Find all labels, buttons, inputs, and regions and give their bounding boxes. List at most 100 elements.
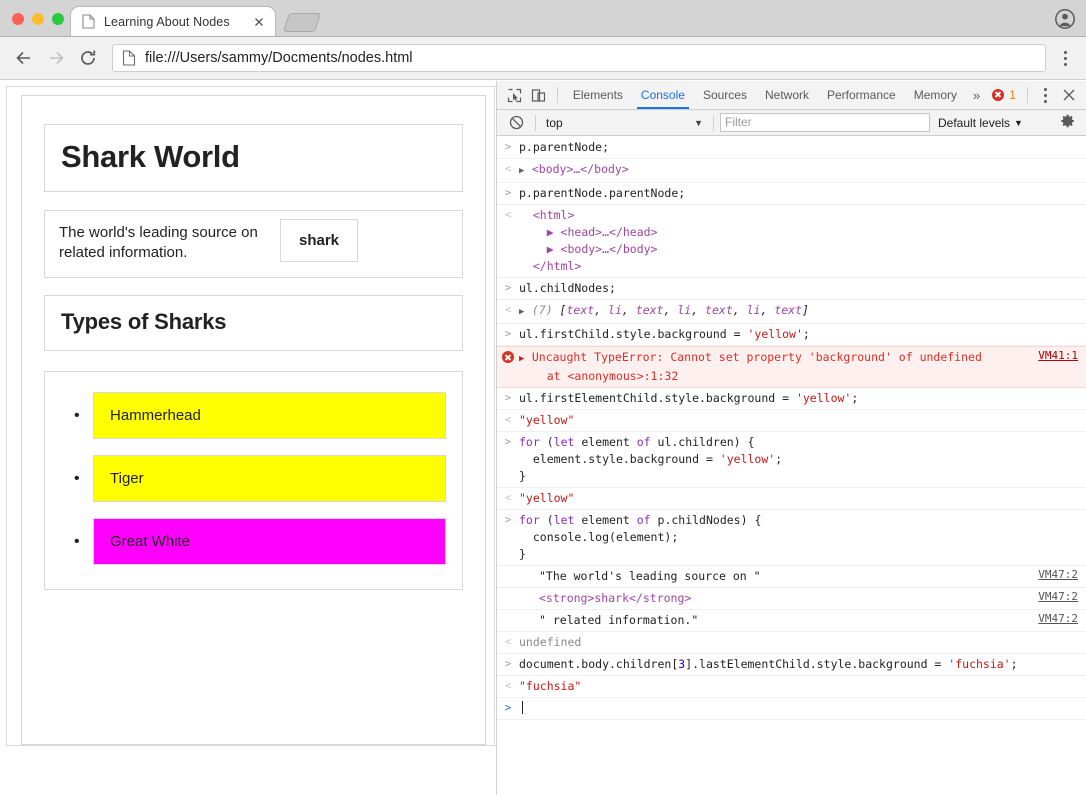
- console-row-log: "The world's leading source on "VM47:2: [497, 566, 1086, 588]
- console-row-text: p.parentNode;: [519, 139, 1086, 156]
- console-filter-input[interactable]: Filter: [720, 113, 930, 132]
- new-tab-icon: [283, 13, 321, 32]
- account-icon[interactable]: [1054, 8, 1076, 30]
- console-row-output: <undefined: [497, 632, 1086, 654]
- console-row-output: <"yellow": [497, 410, 1086, 432]
- console-row-text: ul.childNodes;: [519, 280, 1086, 297]
- shark-list-item: Hammerhead: [93, 392, 446, 439]
- browser-toolbar: file:///Users/sammy/Docments/nodes.html: [0, 37, 1086, 80]
- browser-tab[interactable]: Learning About Nodes: [70, 6, 276, 36]
- console-row-output: <"fuchsia": [497, 676, 1086, 698]
- execution-context-value: top: [546, 116, 563, 130]
- console-row-log: " related information."VM47:2: [497, 610, 1086, 632]
- close-window-button[interactable]: [12, 13, 24, 25]
- reload-button[interactable]: [72, 42, 104, 74]
- divider: [557, 87, 558, 103]
- devtools-tab-elements[interactable]: Elements: [564, 81, 632, 109]
- page-render-pane: Shark World The world's leading source o…: [0, 81, 497, 795]
- execution-context-select[interactable]: top ▼: [542, 113, 707, 133]
- devtools-tab-sources[interactable]: Sources: [694, 81, 756, 109]
- log-levels-select[interactable]: Default levels ▼: [930, 116, 1031, 130]
- console-row-output: < <html> ▶ <head>…</head> ▶ <body>…</bod…: [497, 205, 1086, 278]
- devtools-more-icon[interactable]: [1034, 83, 1058, 107]
- page-title: Shark World: [61, 139, 446, 175]
- expand-triangle-icon[interactable]: ▶: [519, 307, 530, 317]
- console-row-text: p.parentNode.parentNode;: [519, 185, 1086, 202]
- console-row-input: >ul.childNodes;: [497, 278, 1086, 300]
- console-row-input: >for (let element of p.childNodes) { con…: [497, 510, 1086, 566]
- error-badge[interactable]: 1: [987, 88, 1021, 102]
- console-row-error: ▶ Uncaught TypeError: Cannot set propert…: [497, 346, 1086, 388]
- console-row-text: "fuchsia": [519, 678, 1086, 695]
- devtools-tab-memory[interactable]: Memory: [905, 81, 966, 109]
- tab-title: Learning About Nodes: [104, 15, 251, 29]
- output-caret-icon: <: [497, 302, 519, 316]
- console-row-text: <strong>shark</strong>: [519, 590, 1086, 607]
- error-count: 1: [1009, 88, 1016, 102]
- console-row-output: <"yellow": [497, 488, 1086, 510]
- source-link[interactable]: VM47:2: [1038, 568, 1078, 581]
- document-icon: [82, 14, 95, 29]
- devtools-tabbar: ElementsConsoleSourcesNetworkPerformance…: [497, 81, 1086, 110]
- console-row-input: >p.parentNode;: [497, 137, 1086, 159]
- console-row-text: [519, 700, 1086, 717]
- clear-console-icon[interactable]: [503, 111, 529, 135]
- console-row-text: undefined: [519, 634, 1086, 651]
- tab-strip: Learning About Nodes: [0, 0, 1086, 37]
- console-row-text: ▶ (7) [text, li, text, li, text, li, tex…: [519, 302, 1086, 321]
- expand-triangle-icon[interactable]: ▶: [519, 354, 530, 364]
- device-toolbar-icon[interactable]: [527, 83, 551, 107]
- console-row-text: " related information.": [519, 612, 1086, 629]
- chevron-down-icon-2: ▼: [1014, 118, 1023, 128]
- console-row-input: >ul.firstChild.style.background = 'yello…: [497, 324, 1086, 346]
- devtools-tab-network[interactable]: Network: [756, 81, 818, 109]
- console-row-prompt: >: [497, 698, 1086, 720]
- devtools-panel: ElementsConsoleSourcesNetworkPerformance…: [497, 81, 1086, 795]
- paragraph-lead: The world's leading source on: [59, 224, 258, 241]
- viewport: Shark World The world's leading source o…: [0, 81, 1086, 795]
- devtools-tab-performance[interactable]: Performance: [818, 81, 905, 109]
- source-link[interactable]: VM47:2: [1038, 612, 1078, 625]
- kebab-menu-icon[interactable]: [1052, 44, 1078, 72]
- console-input-cursor[interactable]: [522, 701, 523, 714]
- page-info-icon[interactable]: [122, 50, 136, 66]
- expand-triangle-icon[interactable]: ▶: [519, 166, 530, 176]
- divider-3: [535, 115, 536, 131]
- shark-list-block: HammerheadTigerGreat White: [44, 371, 463, 590]
- forward-button[interactable]: [40, 42, 72, 74]
- devtools-tab-console[interactable]: Console: [632, 81, 694, 109]
- input-caret-icon: >: [497, 326, 519, 340]
- html-element-outline: Shark World The world's leading source o…: [6, 86, 495, 746]
- output-caret-icon: <: [497, 678, 519, 692]
- devtools-close-icon[interactable]: [1058, 83, 1080, 107]
- console-row-text: for (let element of ul.children) { eleme…: [519, 434, 1086, 485]
- console-row-text: ▶ <body>…</body>: [519, 161, 1086, 180]
- maximize-window-button[interactable]: [52, 13, 64, 25]
- source-link[interactable]: VM47:2: [1038, 590, 1078, 603]
- divider-4: [713, 115, 714, 131]
- console-row-text: "yellow": [519, 490, 1086, 507]
- input-caret-icon: >: [497, 185, 519, 199]
- back-button[interactable]: [8, 42, 40, 74]
- divider-2: [1027, 87, 1028, 103]
- shark-list: HammerheadTigerGreat White: [61, 392, 446, 565]
- address-bar[interactable]: file:///Users/sammy/Docments/nodes.html: [112, 44, 1046, 72]
- close-icon[interactable]: [251, 14, 267, 30]
- devtools-overflow-button[interactable]: »: [966, 88, 987, 103]
- page-heading-block: Shark World: [44, 124, 463, 192]
- console-row-text: ▶ Uncaught TypeError: Cannot set propert…: [519, 349, 1086, 385]
- log-levels-value: Default levels: [938, 116, 1010, 130]
- shark-list-item-label: Hammerhead: [110, 407, 201, 424]
- new-tab-button[interactable]: [282, 12, 326, 34]
- shark-list-item: Tiger: [93, 455, 446, 502]
- inspect-element-icon[interactable]: [503, 83, 527, 107]
- console-row-input: >for (let element of ul.children) { elem…: [497, 432, 1086, 488]
- gear-icon[interactable]: [1058, 112, 1080, 134]
- source-link[interactable]: VM41:1: [1038, 349, 1078, 362]
- minimize-window-button[interactable]: [32, 13, 44, 25]
- console-row-text: ul.firstElementChild.style.background = …: [519, 390, 1086, 407]
- console-row-input: >p.parentNode.parentNode;: [497, 183, 1086, 205]
- shark-list-item-label: Tiger: [110, 470, 144, 487]
- console-log-area[interactable]: >p.parentNode;<▶ <body>…</body>>p.parent…: [497, 137, 1086, 795]
- console-row-input: >document.body.children[3].lastElementCh…: [497, 654, 1086, 676]
